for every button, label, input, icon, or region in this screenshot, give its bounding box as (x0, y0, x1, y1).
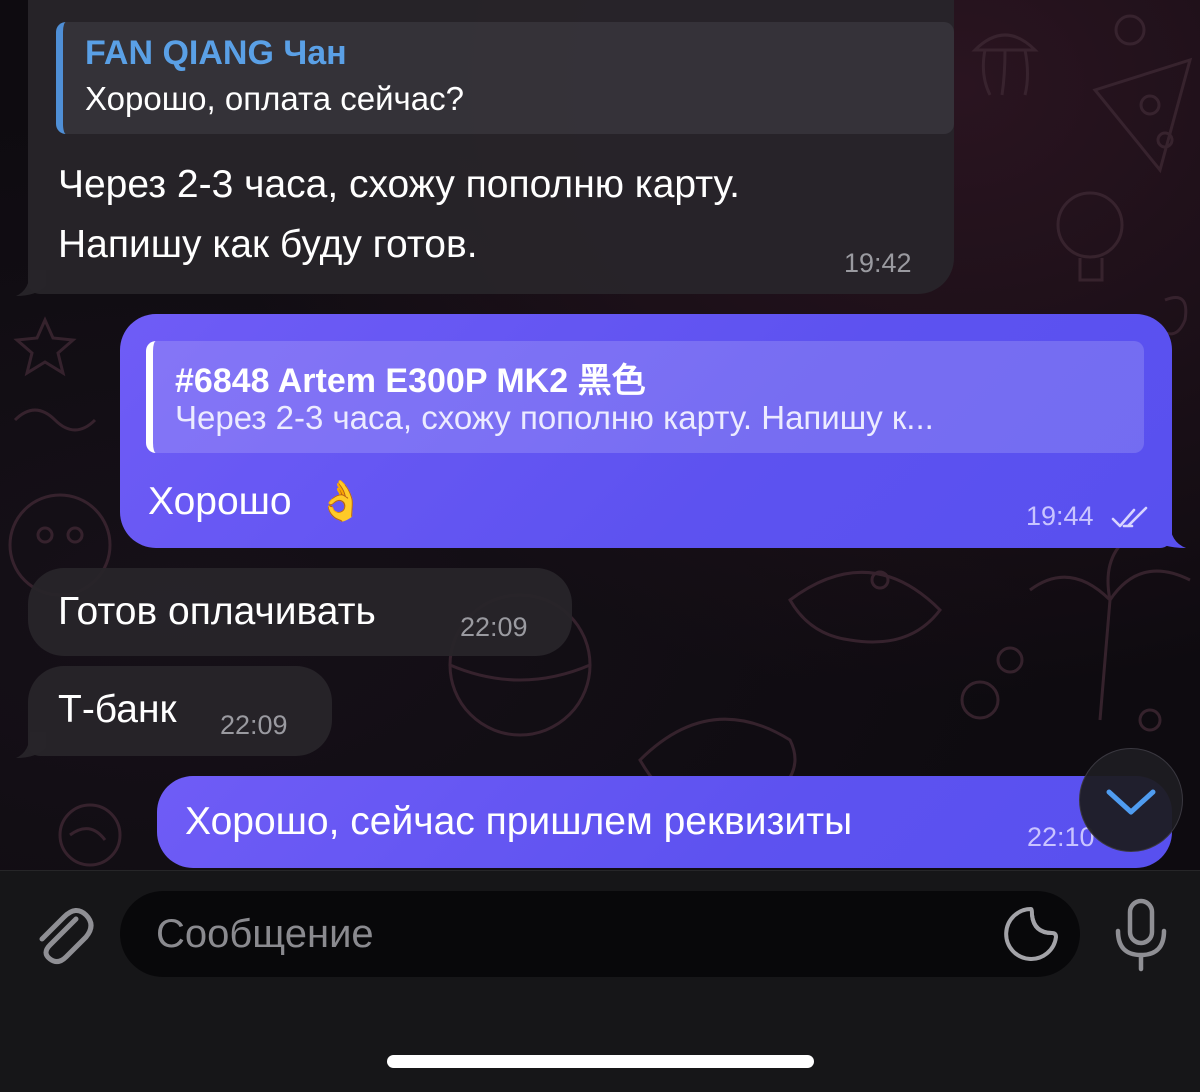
scroll-to-bottom-button[interactable] (1079, 748, 1183, 852)
reply-sender-name: #6848 Artem E300P MK2 黑色 (175, 362, 646, 400)
message-text-line-2: Напишу как буду готов. (58, 223, 478, 266)
message-bubble-outgoing[interactable]: Хорошо, сейчас пришлем реквизиты 22:10 (157, 776, 1172, 868)
sticker-icon (1004, 907, 1058, 961)
chat-area[interactable]: FAN QIANG Чан Хорошо, оплата сейчас? Чер… (0, 0, 1200, 870)
read-checkmarks-icon (1111, 506, 1148, 528)
message-bubble-incoming[interactable]: Готов оплачивать 22:09 (28, 568, 572, 656)
bubble-tail (16, 732, 46, 758)
message-time: 22:09 (460, 612, 528, 642)
message-text: Т-банк (58, 688, 177, 731)
message-time: 22:09 (220, 710, 288, 740)
message-time: 19:44 (1026, 501, 1094, 531)
microphone-icon (1115, 898, 1167, 972)
message-input[interactable] (120, 891, 1080, 977)
chevron-down-icon (1106, 789, 1156, 815)
bubble-tail (1150, 522, 1186, 548)
message-text-content: Хорошо (148, 480, 292, 523)
message-bubble-incoming[interactable]: FAN QIANG Чан Хорошо, оплата сейчас? Чер… (28, 0, 954, 294)
sticker-button[interactable] (1000, 903, 1062, 965)
reply-quote[interactable]: #6848 Artem E300P MK2 黑色 Через 2-3 часа,… (146, 341, 1144, 453)
message-text-line-1: Через 2-3 часа, схожу пополню карту. (58, 163, 740, 206)
reply-sender-name: FAN QIANG Чан (85, 34, 347, 72)
message-text: Хорошо 👌 (148, 472, 365, 532)
paperclip-icon (39, 908, 94, 965)
reply-text: Через 2-3 часа, схожу пополню карту. Нап… (175, 399, 934, 436)
attach-button[interactable] (24, 895, 100, 971)
message-bubble-incoming[interactable]: Т-банк 22:09 (28, 666, 332, 756)
bubble-tail (16, 270, 46, 296)
reply-quote[interactable]: FAN QIANG Чан Хорошо, оплата сейчас? (56, 22, 954, 134)
reply-text: Хорошо, оплата сейчас? (85, 80, 464, 117)
ok-hand-emoji: 👌 (316, 480, 366, 523)
message-time: 19:42 (844, 248, 912, 278)
message-text: Хорошо, сейчас пришлем реквизиты (185, 800, 853, 843)
voice-message-button[interactable] (1108, 897, 1174, 973)
home-indicator[interactable] (387, 1055, 814, 1068)
message-text: Готов оплачивать (58, 590, 376, 633)
message-composer (0, 870, 1200, 1092)
message-bubble-outgoing[interactable]: #6848 Artem E300P MK2 黑色 Через 2-3 часа,… (120, 314, 1172, 548)
